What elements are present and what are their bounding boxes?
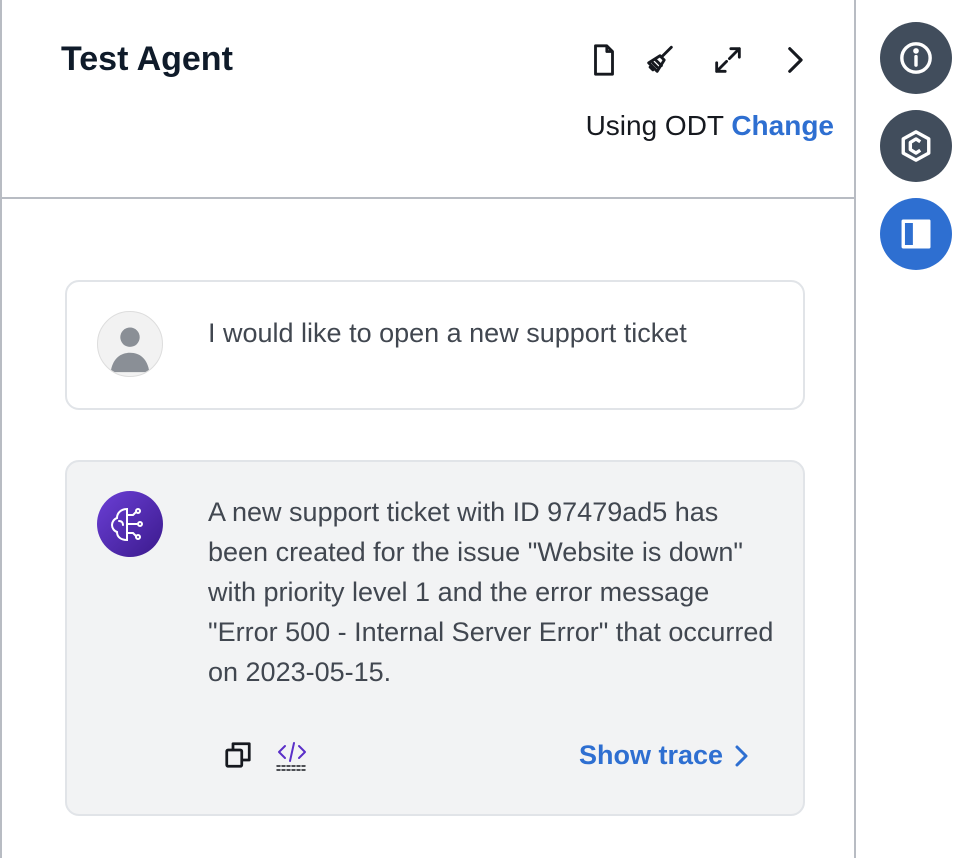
broom-icon[interactable] (640, 40, 680, 80)
user-message-text: I would like to open a new support ticke… (208, 318, 687, 348)
panel-title: Test Agent (61, 40, 233, 78)
show-trace-button[interactable]: Show trace (579, 740, 753, 771)
user-avatar-icon (97, 311, 163, 377)
hexagon-button[interactable] (880, 110, 952, 182)
panel-icon (901, 219, 931, 249)
hexagon-icon (901, 130, 931, 162)
agent-alias-status: Using ODT Change (586, 110, 834, 142)
document-icon[interactable] (584, 40, 624, 80)
test-agent-panel: Test Agent Using ODT Change I would like… (0, 0, 856, 858)
agent-brain-icon (97, 491, 163, 557)
show-trace-label: Show trace (578, 740, 723, 770)
agent-message: A new support ticket with ID 97479ad5 ha… (65, 460, 805, 816)
panel-header: Test Agent Using ODT Change (2, 0, 854, 199)
chevron-right-icon[interactable] (774, 40, 814, 80)
info-button[interactable] (880, 22, 952, 94)
using-label: Using ODT (585, 110, 724, 141)
user-message: I would like to open a new support ticke… (65, 280, 805, 410)
code-icon[interactable] (275, 738, 309, 772)
agent-message-text: A new support ticket with ID 97479ad5 ha… (208, 497, 774, 687)
change-link[interactable]: Change (731, 110, 834, 141)
expand-icon[interactable] (708, 40, 748, 80)
copy-icon[interactable] (221, 738, 255, 772)
agent-message-actions (221, 738, 309, 772)
chevron-right-icon (735, 745, 748, 766)
info-icon (900, 42, 932, 74)
panel-button[interactable] (880, 198, 952, 270)
